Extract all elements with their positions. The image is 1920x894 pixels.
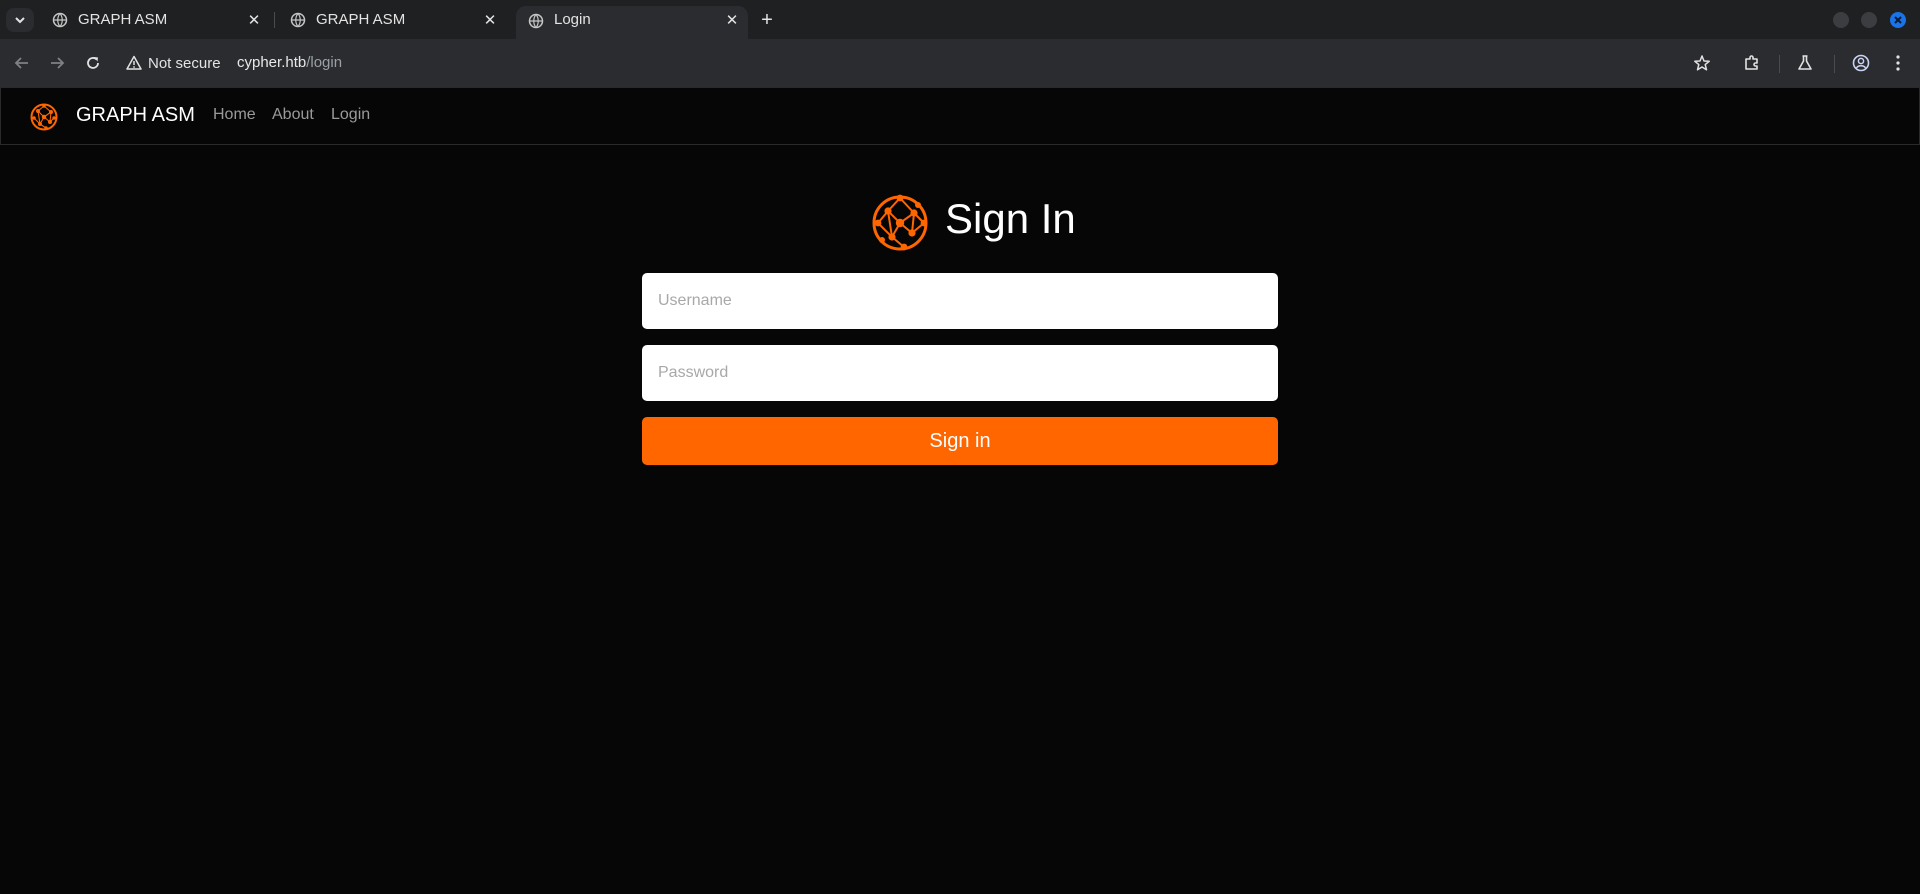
address-bar[interactable]: Not secure cypher.htb/login: [118, 45, 1710, 81]
url-text[interactable]: cypher.htb/login: [237, 54, 342, 71]
browser-menu-button[interactable]: [1886, 51, 1910, 75]
kebab-menu-icon: [1896, 55, 1900, 71]
globe-icon: [52, 12, 68, 28]
globe-icon: [290, 12, 306, 28]
tab-title: Login: [554, 11, 591, 28]
bookmark-button[interactable]: [1690, 51, 1714, 75]
minimize-button[interactable]: [1833, 12, 1849, 28]
warning-icon: [126, 55, 142, 70]
back-button[interactable]: [10, 51, 34, 75]
tab-search-button[interactable]: [6, 8, 34, 32]
labs-flask-icon: [1798, 55, 1812, 70]
network-globe-icon[interactable]: [29, 102, 59, 132]
browser-tab[interactable]: GRAPH ASM ✕: [40, 0, 270, 39]
tab-separator: [274, 12, 275, 28]
window-close-button[interactable]: [1890, 12, 1906, 28]
security-indicator[interactable]: Not secure: [126, 51, 221, 75]
url-path: /login: [306, 54, 343, 71]
sign-in-button[interactable]: Sign in: [642, 417, 1278, 465]
page-title: Sign In: [945, 195, 1076, 242]
site-navbar: GRAPH ASM Home About Login: [0, 87, 1920, 145]
close-icon[interactable]: ✕: [245, 11, 263, 29]
brand-name[interactable]: GRAPH ASM: [76, 104, 195, 127]
close-icon[interactable]: ✕: [481, 11, 499, 29]
star-icon: [1694, 55, 1710, 71]
maximize-button[interactable]: [1861, 12, 1877, 28]
forward-arrow-icon: [51, 57, 65, 69]
toolbar-divider: [1779, 55, 1780, 73]
extensions-icon: [1745, 55, 1758, 70]
reload-button[interactable]: [81, 51, 105, 75]
profile-button[interactable]: [1849, 51, 1873, 75]
tab-title: GRAPH ASM: [316, 11, 406, 28]
back-arrow-icon: [14, 57, 28, 69]
extensions-button[interactable]: [1740, 51, 1764, 75]
url-host: cypher.htb: [237, 54, 307, 71]
toolbar-divider: [1834, 55, 1835, 73]
browser-tab[interactable]: GRAPH ASM ✕: [278, 0, 508, 39]
security-label: Not secure: [148, 54, 221, 72]
username-input[interactable]: [642, 273, 1278, 329]
nav-link-login[interactable]: Login: [331, 106, 370, 124]
forward-button[interactable]: [45, 51, 69, 75]
labs-button[interactable]: [1793, 51, 1817, 75]
reload-icon: [87, 57, 99, 69]
close-icon[interactable]: ✕: [723, 11, 741, 29]
tab-title: GRAPH ASM: [78, 11, 168, 28]
chevron-down-icon: [15, 17, 25, 24]
close-icon: [1894, 16, 1902, 24]
profile-icon: [1852, 54, 1870, 72]
nav-link-about[interactable]: About: [272, 106, 314, 124]
plus-icon: +: [761, 8, 773, 31]
nav-link-home[interactable]: Home: [213, 106, 256, 124]
browser-tab-strip: GRAPH ASM ✕ GRAPH ASM ✕ Login ✕ +: [0, 0, 1920, 39]
password-input[interactable]: [642, 345, 1278, 401]
new-tab-button[interactable]: +: [756, 9, 778, 31]
globe-icon: [528, 13, 544, 29]
browser-tab-active[interactable]: Login ✕: [516, 6, 748, 39]
network-globe-icon: [872, 194, 928, 251]
browser-toolbar: Not secure cypher.htb/login: [0, 39, 1920, 87]
